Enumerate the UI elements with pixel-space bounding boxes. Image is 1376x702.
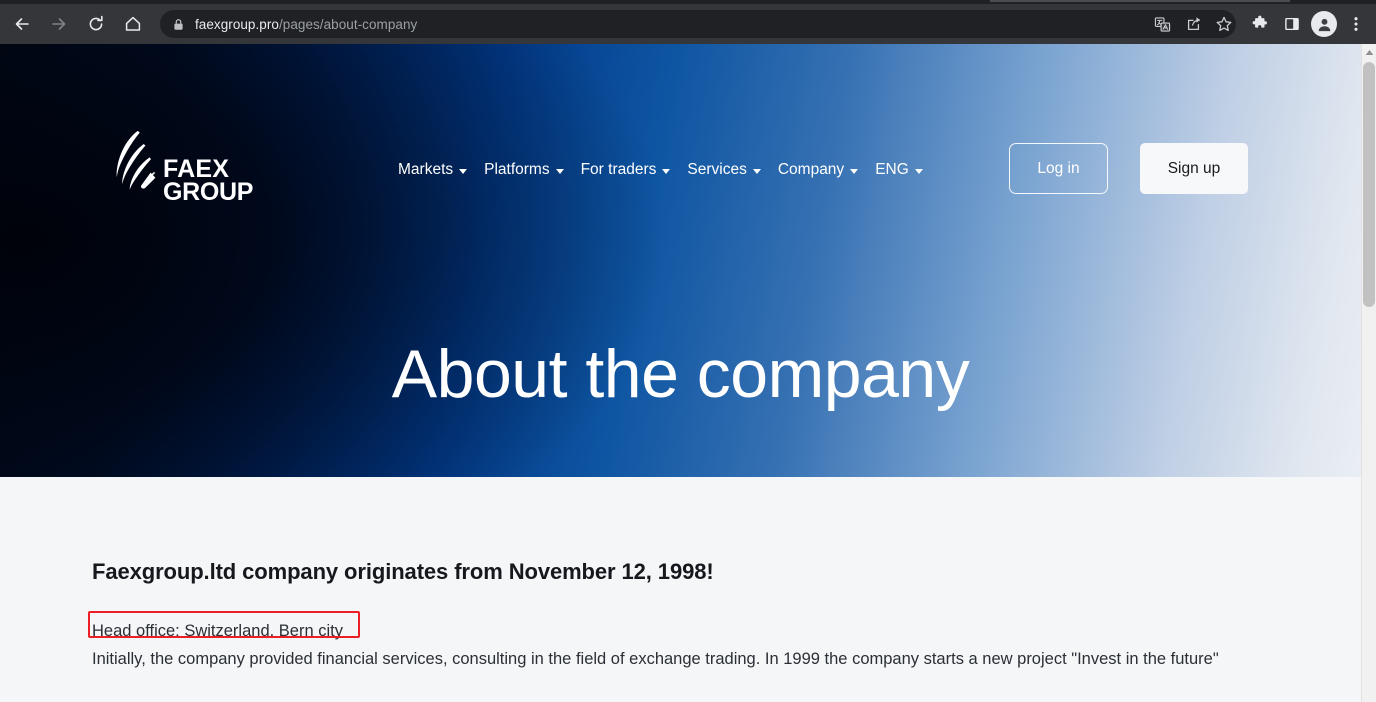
chevron-down-icon	[662, 168, 671, 174]
hero-banner: FAEX GROUP Markets Platforms For traders	[0, 44, 1361, 477]
content-inner: Faexgroup.ltd company originates from No…	[88, 559, 1232, 672]
site-header: FAEX GROUP Markets Platforms For traders	[0, 44, 1361, 214]
forward-button[interactable]	[42, 7, 76, 41]
nav-label: Company	[777, 161, 845, 178]
chevron-down-icon	[914, 168, 923, 174]
signup-button[interactable]: Sign up	[1140, 143, 1248, 194]
url-path: /pages/about-company	[278, 16, 418, 32]
arrow-left-icon	[12, 14, 32, 34]
about-content-section: Faexgroup.ltd company originates from No…	[0, 477, 1361, 672]
side-panel-icon[interactable]	[1276, 8, 1308, 40]
home-icon	[123, 14, 143, 34]
nav-label: Markets	[398, 161, 454, 178]
login-button[interactable]: Log in	[1009, 143, 1108, 194]
reload-button[interactable]	[79, 7, 113, 41]
toolbar-right-actions	[1244, 8, 1372, 40]
chevron-down-icon	[752, 168, 761, 174]
chevron-down-icon	[850, 168, 859, 174]
nav-label: ENG	[875, 161, 909, 178]
address-bar[interactable]: faexgroup.pro/pages/about-company	[160, 10, 1236, 38]
about-paragraph: Initially, the company provided financia…	[92, 649, 1219, 668]
chevron-down-icon	[459, 168, 468, 174]
three-dot-menu-icon[interactable]	[1340, 8, 1372, 40]
lock-icon[interactable]	[172, 18, 185, 31]
active-tab-indicator	[990, 0, 1290, 2]
brand-logo[interactable]: FAEX GROUP	[104, 128, 253, 205]
browser-chrome: faexgroup.pro/pages/about-company	[0, 0, 1376, 44]
page-title: About the company	[391, 336, 970, 412]
head-office-text: Head office: Switzerland. Bern city	[92, 622, 343, 640]
nav-item-company[interactable]: Company	[778, 155, 875, 185]
nav-label: For traders	[580, 161, 657, 178]
main-navigation: Markets Platforms For traders Services C…	[398, 155, 940, 185]
page-viewport: FAEX GROUP Markets Platforms For traders	[0, 44, 1361, 702]
url-domain: faexgroup.pro	[195, 16, 279, 32]
profile-avatar-icon[interactable]	[1308, 8, 1340, 40]
logo-line-2: GROUP	[163, 178, 254, 206]
nav-label: Platforms	[484, 161, 550, 178]
url-text: faexgroup.pro/pages/about-company	[195, 17, 417, 32]
reload-icon	[86, 14, 106, 34]
logo-wordmark: FAEX GROUP	[163, 157, 254, 206]
home-button[interactable]	[116, 7, 150, 41]
translate-icon[interactable]	[1148, 10, 1176, 38]
chevron-down-icon	[555, 168, 564, 174]
nav-label: Services	[687, 161, 747, 178]
arrow-right-icon	[49, 14, 69, 34]
browser-toolbar: faexgroup.pro/pages/about-company	[0, 4, 1376, 44]
puzzle-extensions-icon[interactable]	[1244, 8, 1276, 40]
nav-item-platforms[interactable]: Platforms	[484, 155, 580, 185]
page-scrollbar[interactable]	[1361, 44, 1376, 702]
nav-item-language-eng[interactable]: ENG	[875, 155, 940, 185]
nav-item-for-traders[interactable]: For traders	[581, 155, 688, 185]
scrollbar-thumb[interactable]	[1363, 62, 1375, 307]
back-button[interactable]	[5, 7, 39, 41]
scroll-up-arrow-icon[interactable]	[1362, 44, 1376, 61]
about-heading: Faexgroup.ltd company originates from No…	[92, 559, 714, 584]
star-bookmark-icon[interactable]	[1210, 10, 1238, 38]
wing-feather-logo-icon	[104, 128, 162, 205]
nav-item-markets[interactable]: Markets	[398, 155, 484, 185]
nav-item-services[interactable]: Services	[687, 155, 777, 185]
avatar	[1311, 11, 1337, 37]
share-icon[interactable]	[1180, 10, 1208, 38]
